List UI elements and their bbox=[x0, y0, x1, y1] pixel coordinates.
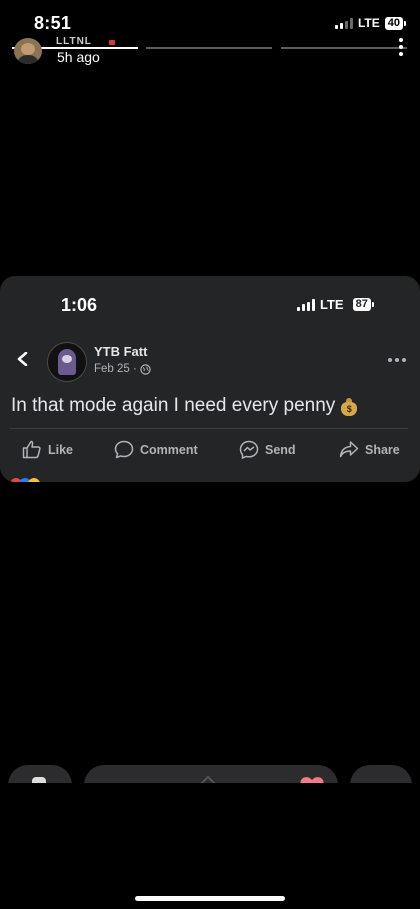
battery-icon: 40 bbox=[384, 16, 403, 30]
shared-screenshot-card: 1:06 LTE 87 YTB Fatt Feb 25 · In that mo… bbox=[0, 276, 420, 482]
battery-tip bbox=[404, 20, 406, 26]
divider bbox=[10, 428, 408, 429]
like-label: Like bbox=[48, 442, 74, 457]
story-avatar[interactable] bbox=[14, 38, 42, 64]
author-avatar[interactable] bbox=[47, 342, 87, 382]
status-indicators: LTE 40 bbox=[334, 16, 406, 30]
messenger-icon bbox=[239, 440, 259, 459]
story-progress bbox=[281, 47, 407, 49]
embedded-status-time: 1:06 bbox=[61, 295, 98, 315]
embedded-status-indicators: LTE 87 bbox=[297, 297, 374, 312]
comment-icon bbox=[114, 440, 134, 459]
comment-button[interactable]: Comment bbox=[114, 440, 198, 459]
post-meta: Feb 25 · bbox=[94, 363, 151, 375]
send-button[interactable]: Send bbox=[239, 440, 296, 459]
network-label: LTE bbox=[357, 16, 380, 30]
embedded-network-label: LTE bbox=[320, 297, 344, 312]
share-label: Share bbox=[365, 442, 400, 457]
share-arrow-icon bbox=[339, 441, 359, 458]
globe-icon bbox=[140, 363, 151, 375]
post-text: In that mode again I need every penny bbox=[11, 395, 336, 416]
post-more-icon[interactable] bbox=[388, 358, 406, 362]
signal-icon bbox=[334, 17, 353, 29]
thumbs-up-icon bbox=[22, 440, 41, 459]
post-date: Feb 25 · bbox=[94, 363, 137, 375]
money-bag-icon: $ bbox=[341, 397, 358, 416]
battery-icon: 87 bbox=[352, 298, 371, 311]
home-indicator[interactable] bbox=[135, 896, 285, 901]
like-button[interactable]: Like bbox=[22, 440, 73, 459]
comment-label: Comment bbox=[140, 442, 198, 457]
back-arrow-icon[interactable] bbox=[16, 352, 30, 366]
signal-icon bbox=[297, 298, 315, 311]
story-progress bbox=[146, 47, 272, 49]
post-content: In that mode again I need every penny $ bbox=[11, 395, 358, 417]
status-time: 8:51 bbox=[34, 13, 72, 33]
haha-reaction-icon bbox=[28, 478, 40, 482]
story-timestamp: 5h ago bbox=[57, 49, 100, 65]
bottom-mask bbox=[0, 783, 420, 909]
badge-icon bbox=[109, 40, 115, 45]
more-options-icon[interactable] bbox=[399, 38, 403, 56]
reaction-icons bbox=[10, 478, 40, 482]
author-name[interactable]: YTB Fatt bbox=[94, 344, 147, 359]
battery-tip bbox=[371, 302, 374, 307]
story-username[interactable]: LLTNL bbox=[56, 36, 92, 47]
share-button[interactable]: Share bbox=[339, 440, 400, 459]
send-label: Send bbox=[265, 442, 296, 457]
